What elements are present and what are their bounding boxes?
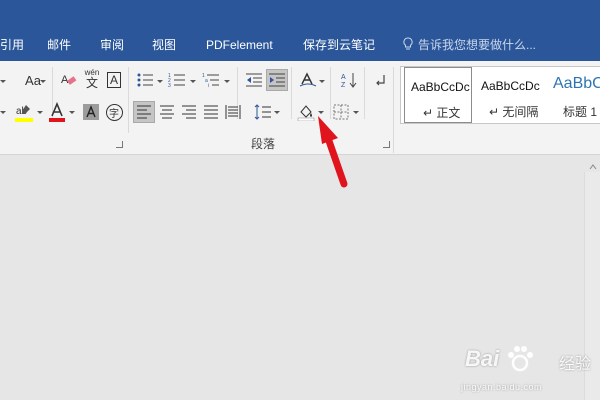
enclose-characters-button[interactable]: 字 xyxy=(103,101,125,123)
svg-text:Z: Z xyxy=(341,82,346,89)
bullets-icon xyxy=(137,73,153,87)
tab-references[interactable]: 引用 xyxy=(0,37,24,53)
align-right-button[interactable] xyxy=(178,101,200,123)
style-name: ↵ 无间隔 xyxy=(489,105,539,119)
numbering-button[interactable]: 123 xyxy=(166,69,188,91)
bullets-button[interactable] xyxy=(134,69,156,91)
highlight-icon: ab xyxy=(15,105,33,122)
distributed-button[interactable] xyxy=(222,101,244,123)
align-center-icon xyxy=(160,105,174,119)
chinese-layout-caret[interactable] xyxy=(319,80,325,83)
highlight-caret[interactable] xyxy=(37,111,43,114)
character-shading-icon xyxy=(83,104,99,120)
watermark-subtitle: 经验 xyxy=(559,356,592,373)
svg-text:A: A xyxy=(341,74,346,81)
watermark-url: jingyan.baidu.com xyxy=(461,382,543,392)
line-spacing-icon xyxy=(254,104,271,120)
style-normal[interactable]: AaBbCcDc ↵ 正文 xyxy=(404,67,472,123)
tell-me-search[interactable]: 告诉我您想要做什么... xyxy=(402,37,536,53)
phonetic-glyph: 文 xyxy=(85,76,98,90)
chinese-layout-icon xyxy=(299,72,317,87)
line-spacing-caret[interactable] xyxy=(274,111,280,114)
change-case-caret[interactable] xyxy=(40,80,46,83)
increase-indent-button[interactable] xyxy=(266,69,288,91)
character-border-button[interactable]: A xyxy=(104,69,124,91)
align-left-button[interactable] xyxy=(133,101,155,123)
decrease-indent-button[interactable] xyxy=(243,69,265,91)
clear-formatting-button[interactable]: A xyxy=(58,69,80,91)
style-no-spacing[interactable]: AaBbCcDc ↵ 无间隔 xyxy=(475,67,545,123)
lightbulb-icon xyxy=(403,37,413,50)
numbering-caret[interactable] xyxy=(190,80,196,83)
justify-icon xyxy=(204,105,218,119)
chinese-layout-button[interactable] xyxy=(297,69,319,91)
style-sample: AaBbCcDc xyxy=(481,79,540,93)
tell-me-placeholder: 告诉我您想要做什么... xyxy=(418,38,537,52)
show-hide-marks-button[interactable] xyxy=(370,69,390,91)
tab-pdfelement[interactable]: PDFelement xyxy=(206,37,273,53)
line-spacing-button[interactable] xyxy=(252,101,274,123)
font-color-button[interactable] xyxy=(46,101,68,123)
enclose-characters-icon: 字 xyxy=(105,103,123,121)
paw-logo-icon xyxy=(508,346,533,372)
multilevel-list-caret[interactable] xyxy=(224,80,230,83)
distributed-icon xyxy=(225,105,241,119)
styles-gallery: AaBbCcDc ↵ 正文 AaBbCcDc ↵ 无间隔 AaBbC 标题 1 xyxy=(400,66,600,124)
bullets-caret[interactable] xyxy=(157,80,163,83)
tab-mailings[interactable]: 邮件 xyxy=(47,37,71,53)
character-shading-button[interactable] xyxy=(80,101,102,123)
svg-text:i: i xyxy=(208,83,209,88)
font-color-icon xyxy=(49,102,65,122)
watermark-brand: Bai xyxy=(465,346,500,371)
tab-save-to-cloud-notes[interactable]: 保存到云笔记 xyxy=(303,37,375,53)
numbering-icon: 123 xyxy=(168,73,185,88)
multilevel-list-button[interactable]: 1ai xyxy=(200,69,222,91)
font-color-caret[interactable] xyxy=(69,111,75,114)
font-case-icon: Aa xyxy=(25,72,41,88)
style-name: ↵ 正文 xyxy=(423,106,461,120)
align-center-button[interactable] xyxy=(156,101,178,123)
font-dialog-launcher[interactable] xyxy=(116,141,123,148)
style-sample: AaBbCcDc xyxy=(411,80,470,94)
annotation-arrow xyxy=(318,116,348,188)
svg-text:3: 3 xyxy=(168,83,171,88)
font-caret[interactable] xyxy=(0,111,6,114)
text-highlight-button[interactable]: ab xyxy=(12,101,36,123)
style-name: 标题 1 xyxy=(563,105,598,119)
increase-indent-icon xyxy=(269,73,285,87)
style-sample: AaBbC xyxy=(553,75,600,92)
align-left-icon xyxy=(137,105,151,119)
decrease-indent-icon xyxy=(246,73,262,87)
tab-view[interactable]: 视图 xyxy=(152,37,176,53)
ribbon-tab-bar: 引用 邮件 审阅 视图 PDFelement 保存到云笔记 告诉我您想要做什么.… xyxy=(0,0,600,61)
character-border-icon: A xyxy=(106,72,121,88)
eraser-icon: A xyxy=(61,74,77,86)
tab-review[interactable]: 审阅 xyxy=(100,37,124,53)
phonetic-guide-button[interactable]: wén 文 xyxy=(81,65,103,91)
scroll-up-icon[interactable] xyxy=(585,160,600,174)
svg-text:A: A xyxy=(61,74,69,86)
sort-icon: AZ xyxy=(341,73,357,89)
baidu-watermark: Bai 经验 jingyan.baidu.com xyxy=(455,342,600,400)
paragraph-dialog-launcher[interactable] xyxy=(383,141,390,148)
paragraph-group-label: 段落 xyxy=(250,137,275,151)
multilevel-list-icon: 1ai xyxy=(202,73,219,88)
sort-button[interactable]: AZ xyxy=(338,69,360,91)
justify-button[interactable] xyxy=(200,101,222,123)
style-heading-1[interactable]: AaBbC 标题 1 xyxy=(547,67,600,123)
show-marks-icon xyxy=(376,75,385,86)
align-right-icon xyxy=(182,105,196,119)
font-size-dropdown-caret[interactable] xyxy=(0,80,6,83)
